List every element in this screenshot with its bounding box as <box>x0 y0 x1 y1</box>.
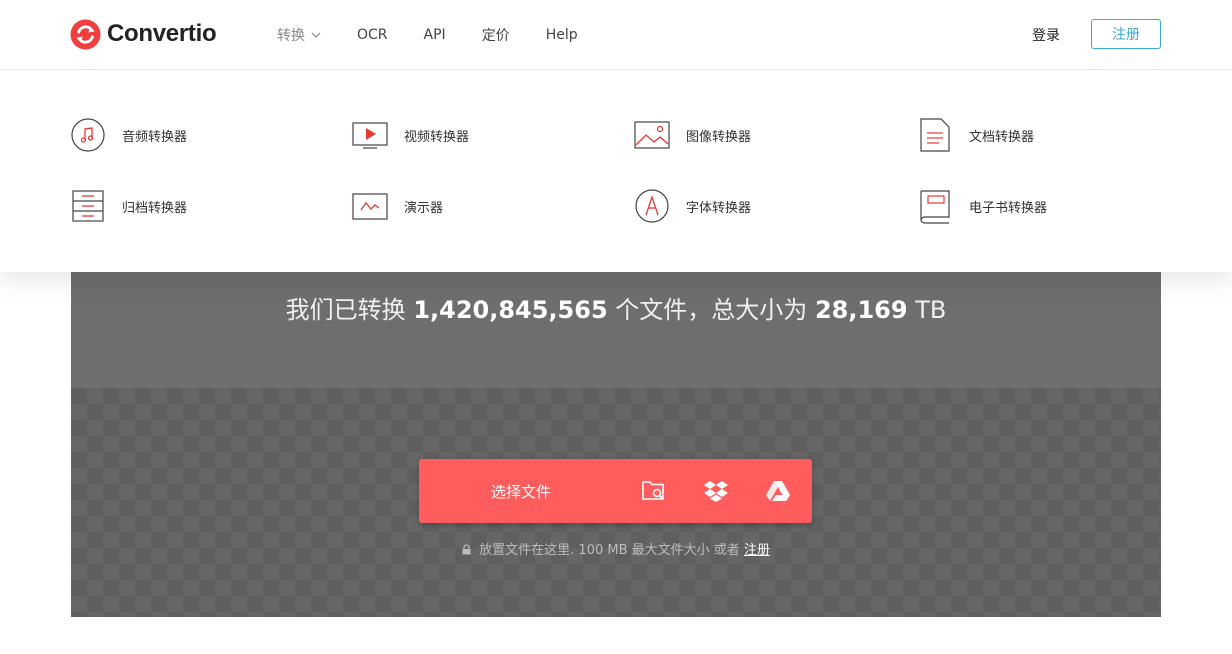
dropbox-icon[interactable] <box>685 459 747 523</box>
menu-label: 图像转换器 <box>686 129 752 145</box>
conversion-stats: 我们已转换 1,420,845,565 个文件，总大小为 28,169 TB <box>71 290 1161 325</box>
document-icon <box>917 117 953 153</box>
menu-item-ebook[interactable]: 电子书转换器 <box>917 188 1047 224</box>
menu-item-font[interactable]: 字体转换器 <box>634 188 751 224</box>
logo[interactable]: Convertio <box>70 18 217 50</box>
site-header: Convertio 转换 OCR API 定价 Help 登录 注册 <box>0 0 1232 70</box>
converters-dropdown: 音频转换器 视频转换器 图像转换器 文档转换器 归档转换器 演示器 字体转换器 … <box>0 70 1232 272</box>
menu-item-video[interactable]: 视频转换器 <box>352 117 469 153</box>
nav-item-ocr[interactable]: OCR <box>357 27 388 43</box>
menu-label: 视频转换器 <box>404 129 470 145</box>
menu-item-image[interactable]: 图像转换器 <box>634 117 751 153</box>
google-drive-icon[interactable] <box>747 459 809 523</box>
login-link[interactable]: 登录 <box>1032 25 1060 45</box>
convertio-logo-icon <box>70 18 101 50</box>
nav-label: OCR <box>357 27 388 43</box>
total-size: 28,169 <box>814 296 908 324</box>
stats-middle: 个文件，总大小为 <box>615 296 808 324</box>
menu-label: 演示器 <box>404 200 444 216</box>
register-button[interactable]: 注册 <box>1091 19 1161 49</box>
video-play-icon <box>352 117 388 153</box>
chevron-down-icon <box>311 32 321 38</box>
menu-label: 字体转换器 <box>686 200 752 216</box>
menu-item-presentation[interactable]: 演示器 <box>352 188 443 224</box>
drop-note: 放置文件在这里. 100 MB 最大文件大小 或者 注册 <box>71 539 1161 558</box>
nav-label: 定价 <box>481 28 510 44</box>
music-note-icon <box>70 117 106 153</box>
nav-item-api[interactable]: API <box>424 27 446 43</box>
menu-label: 电子书转换器 <box>969 200 1048 216</box>
nav-label: Help <box>545 27 578 43</box>
folder-search-icon[interactable] <box>623 459 685 523</box>
archive-icon <box>70 188 106 224</box>
font-icon <box>634 188 670 224</box>
lock-icon <box>462 544 471 555</box>
nav-item-convert[interactable]: 转换 <box>277 25 321 45</box>
ebook-icon <box>917 188 953 224</box>
menu-item-document[interactable]: 文档转换器 <box>917 117 1034 153</box>
nav-label: API <box>423 27 446 43</box>
presentation-icon <box>352 188 388 224</box>
stats-prefix: 我们已转换 <box>285 296 406 324</box>
hero-stats-panel: 我们已转换 1,420,845,565 个文件，总大小为 28,169 TB <box>71 272 1161 388</box>
main-nav: 转换 OCR API 定价 Help <box>277 0 614 70</box>
file-drop-zone[interactable]: 选择文件 放置文件在这里. 100 MB 最大文件大小 或者 注册 <box>71 388 1161 617</box>
logo-text: Convertio <box>107 20 217 47</box>
menu-item-archive[interactable]: 归档转换器 <box>70 188 187 224</box>
register-link[interactable]: 注册 <box>744 543 770 558</box>
nav-label: 转换 <box>277 28 305 44</box>
choose-files-button[interactable]: 选择文件 <box>419 481 623 502</box>
menu-label: 归档转换器 <box>122 200 188 216</box>
nav-item-help[interactable]: Help <box>546 27 578 43</box>
size-unit: TB <box>915 296 947 324</box>
files-count: 1,420,845,565 <box>413 296 608 324</box>
menu-item-audio[interactable]: 音频转换器 <box>70 117 187 153</box>
drop-note-text: 放置文件在这里. 100 MB 最大文件大小 或者 <box>479 543 740 558</box>
image-icon <box>634 117 670 153</box>
choose-files-button-group: 选择文件 <box>419 459 812 523</box>
menu-label: 音频转换器 <box>122 129 188 145</box>
menu-label: 文档转换器 <box>969 129 1035 145</box>
nav-item-pricing[interactable]: 定价 <box>482 25 510 45</box>
